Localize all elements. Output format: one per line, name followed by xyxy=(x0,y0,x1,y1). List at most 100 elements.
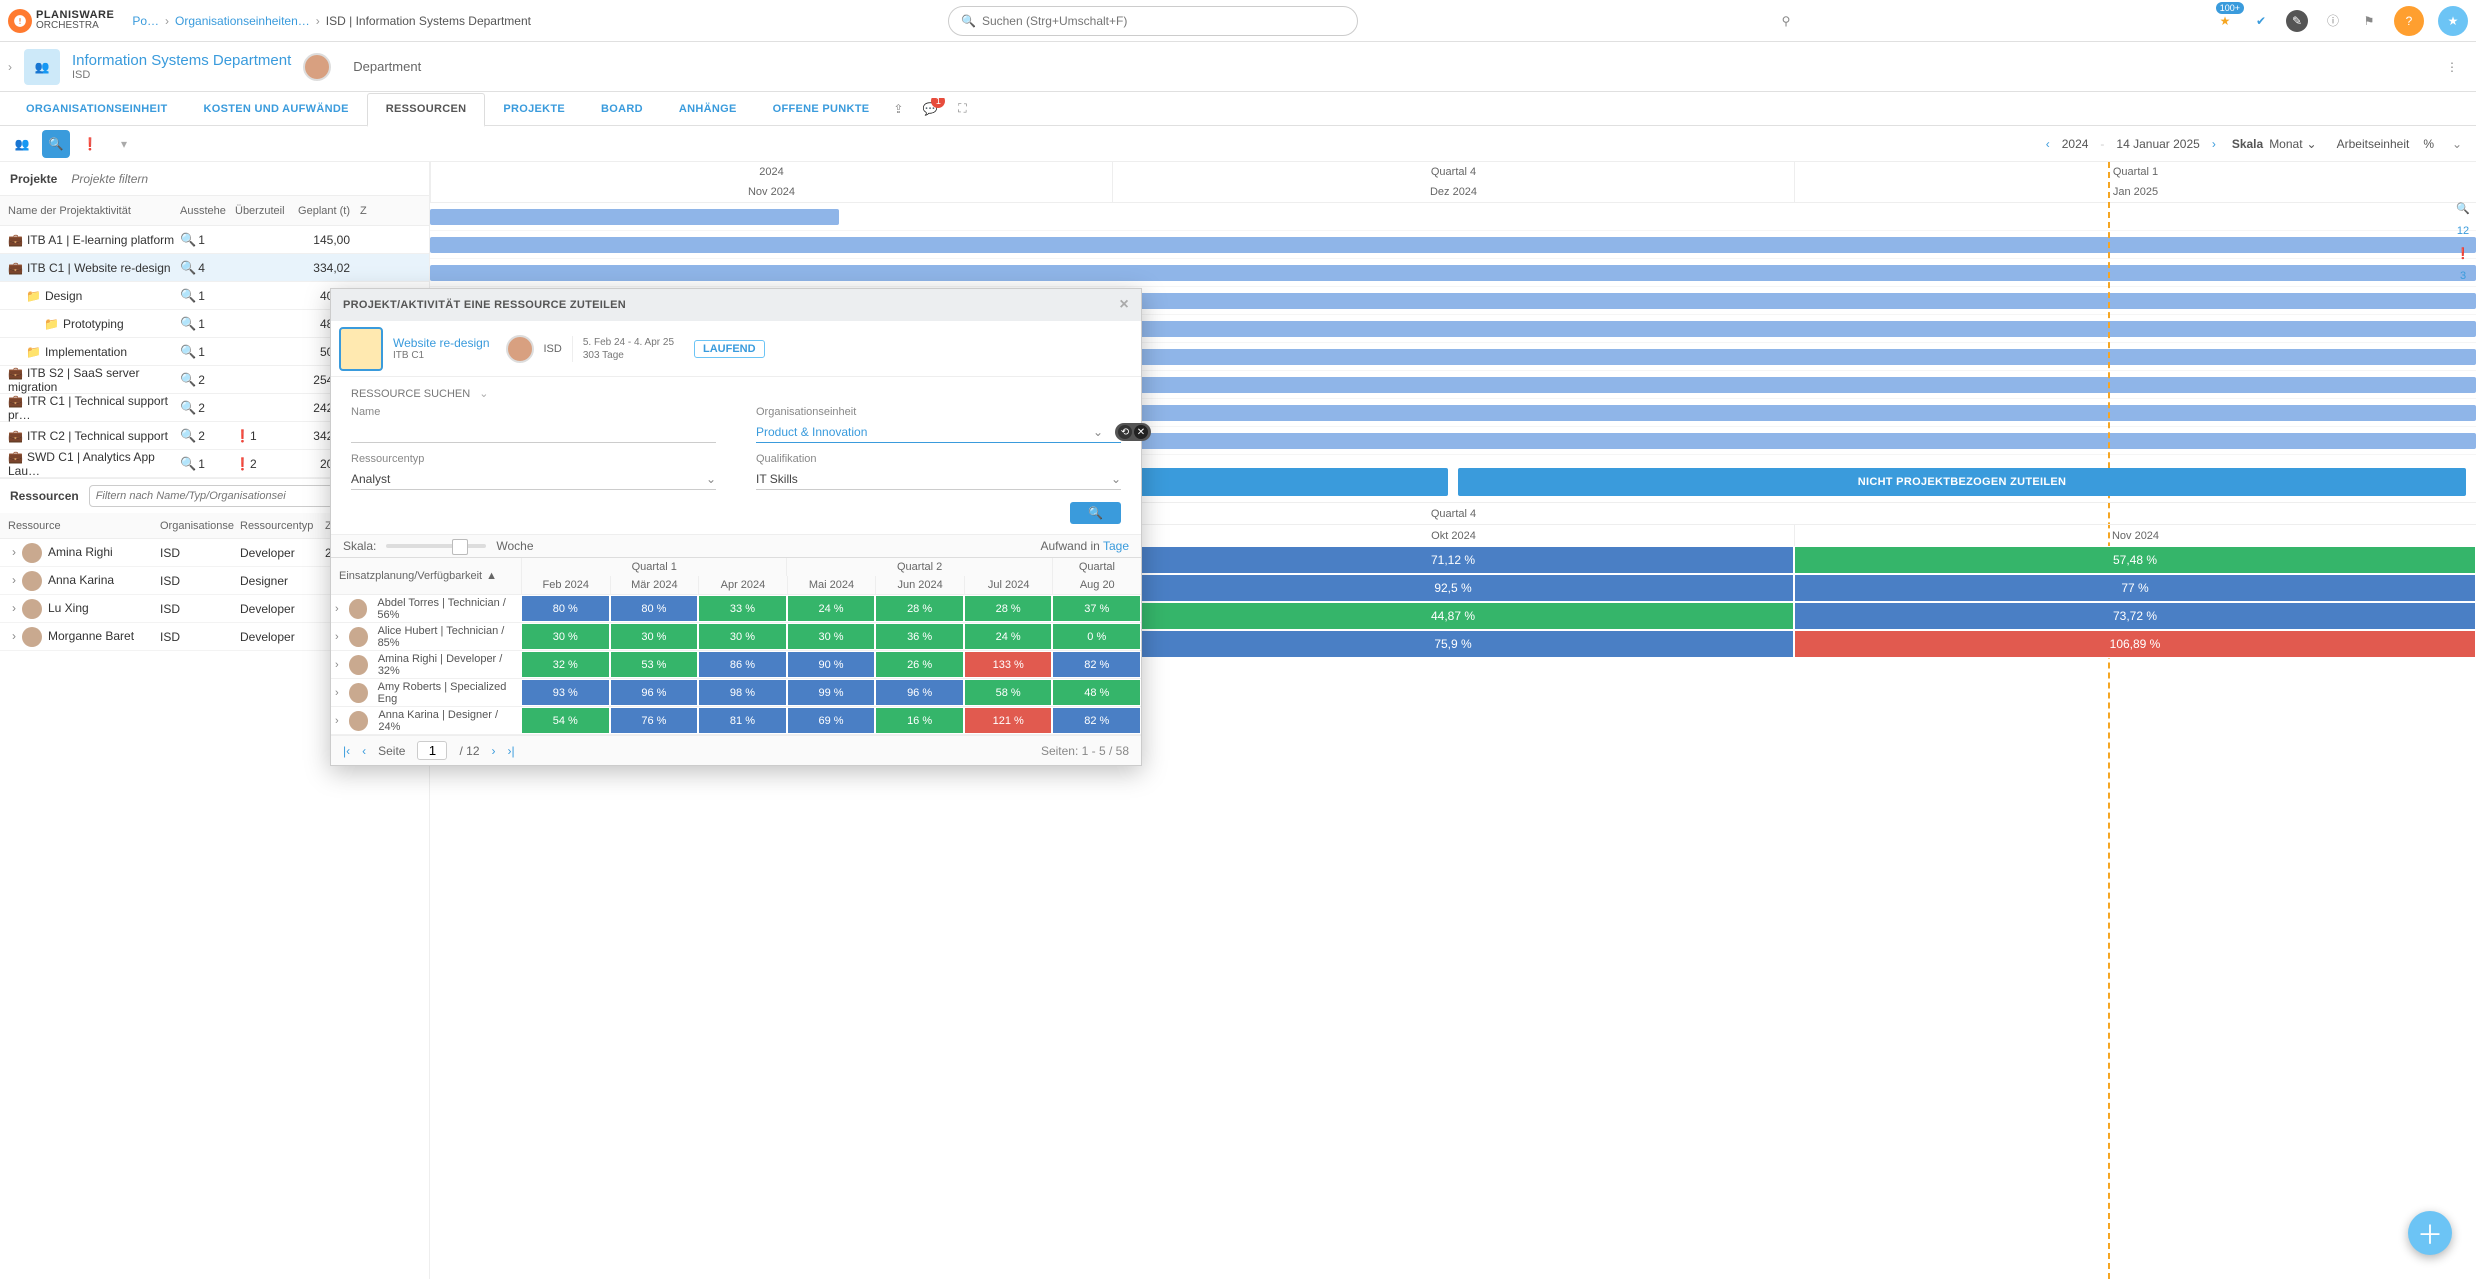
availability-cell[interactable]: 28 % xyxy=(875,595,964,622)
availability-cell[interactable]: 28 % xyxy=(964,595,1053,622)
availability-cell[interactable]: 86 % xyxy=(698,651,787,678)
availability-row[interactable]: ›Anna Karina | Designer / 24%54 %76 %81 … xyxy=(331,707,1141,735)
col-planned[interactable]: Geplant (t) xyxy=(290,205,360,217)
rail-alert-icon[interactable]: ❗ xyxy=(2456,247,2470,260)
pager-first-icon[interactable]: |‹ xyxy=(343,744,350,758)
edit-mode-icon[interactable]: ✎ xyxy=(2286,10,2308,32)
availability-row[interactable]: ›Alice Hubert | Technician / 85%30 %30 %… xyxy=(331,623,1141,651)
more-menu-icon[interactable]: ⋮ xyxy=(2446,60,2468,74)
availability-cell[interactable]: 93 % xyxy=(521,679,610,706)
tab-organisationseinheit[interactable]: ORGANISATIONSEINHEIT xyxy=(8,92,185,126)
tab-kosten und aufwände[interactable]: KOSTEN UND AUFWÄNDE xyxy=(185,92,366,126)
comments-icon[interactable]: 💬1 xyxy=(919,98,941,120)
pct-cell[interactable]: 92,5 % xyxy=(1112,574,1794,602)
availability-cell[interactable]: 37 % xyxy=(1052,595,1141,622)
availability-row[interactable]: ›Abdel Torres | Technician / 56%80 %80 %… xyxy=(331,595,1141,623)
gantt-row[interactable] xyxy=(430,231,2476,259)
alert-toolbtn[interactable]: ❗ xyxy=(76,130,104,158)
availability-cell[interactable]: 30 % xyxy=(610,623,699,650)
availability-cell[interactable]: 16 % xyxy=(875,707,964,734)
col-z[interactable]: Z xyxy=(360,205,390,217)
flag-icon[interactable]: ⚑ xyxy=(2358,10,2380,32)
tab-offene punkte[interactable]: OFFENE PUNKTE xyxy=(755,92,888,126)
pct-cell[interactable]: 71,12 % xyxy=(1112,546,1794,574)
favorites-icon[interactable]: ★100+ xyxy=(2214,10,2236,32)
chevron-down-icon[interactable]: ⌄ xyxy=(1093,425,1103,439)
pager-last-icon[interactable]: ›| xyxy=(508,744,515,758)
availability-cell[interactable]: 80 % xyxy=(610,595,699,622)
availability-cell[interactable]: 54 % xyxy=(521,707,610,734)
date-end[interactable]: 14 Januar 2025 xyxy=(2116,137,2199,151)
search-input[interactable] xyxy=(982,14,1345,28)
availability-cell[interactable]: 26 % xyxy=(875,651,964,678)
brand-logo[interactable]: PLANISWAREORCHESTRA xyxy=(8,9,114,33)
fullscreen-icon[interactable]: ⛶ xyxy=(951,98,973,120)
availability-cell[interactable]: 30 % xyxy=(698,623,787,650)
org-input[interactable] xyxy=(756,422,1121,443)
availability-cell[interactable]: 76 % xyxy=(610,707,699,734)
availability-label[interactable]: Einsatzplanung/Verfügbarkeit xyxy=(339,570,482,582)
availability-cell[interactable]: 133 % xyxy=(964,651,1053,678)
availability-cell[interactable]: 99 % xyxy=(787,679,876,706)
effort-unit-link[interactable]: Tage xyxy=(1103,539,1129,553)
owner-avatar[interactable] xyxy=(303,53,331,81)
col-overalloc[interactable]: Überzuteil xyxy=(235,205,290,217)
unit-select[interactable]: Arbeitseinheit xyxy=(2337,137,2410,151)
availability-cell[interactable]: 81 % xyxy=(698,707,787,734)
availability-cell[interactable]: 69 % xyxy=(787,707,876,734)
crumb-a[interactable]: Po… xyxy=(132,14,159,28)
sort-asc-icon[interactable]: ▲ xyxy=(486,570,497,582)
resource-filter-input[interactable] xyxy=(89,485,359,507)
pct-cell[interactable]: 106,89 % xyxy=(1794,630,2476,658)
tab-projekte[interactable]: PROJEKTE xyxy=(485,92,583,126)
info-icon[interactable]: ⓘ xyxy=(2322,10,2344,32)
pct-cell[interactable]: 44,87 % xyxy=(1112,602,1794,630)
project-row[interactable]: 💼ITB C1 | Website re-design🔍4334,02 xyxy=(0,254,429,282)
project-filter-input[interactable] xyxy=(71,172,228,186)
availability-cell[interactable]: 24 % xyxy=(787,595,876,622)
pager-page-input[interactable] xyxy=(417,741,447,760)
settings-chevron-icon[interactable]: ⌄ xyxy=(2446,133,2468,155)
availability-cell[interactable]: 121 % xyxy=(964,707,1053,734)
scale-select[interactable]: Monat ⌄ xyxy=(2269,137,2316,151)
close-icon[interactable]: × xyxy=(1119,296,1129,314)
pager-next-icon[interactable]: › xyxy=(492,744,496,758)
availability-cell[interactable]: 90 % xyxy=(787,651,876,678)
pct-cell[interactable]: 73,72 % xyxy=(1794,602,2476,630)
fab-add-button[interactable]: ＋ xyxy=(2408,1211,2452,1255)
availability-cell[interactable]: 58 % xyxy=(964,679,1053,706)
availability-cell[interactable]: 53 % xyxy=(610,651,699,678)
availability-cell[interactable]: 96 % xyxy=(875,679,964,706)
run-search-button[interactable]: 🔍 xyxy=(1070,502,1121,524)
prev-period-icon[interactable]: ‹ xyxy=(2046,137,2050,151)
availability-cell[interactable]: 30 % xyxy=(521,623,610,650)
availability-cell[interactable]: 0 % xyxy=(1052,623,1141,650)
scale-slider[interactable] xyxy=(386,544,486,548)
tab-ressourcen[interactable]: RESSOURCEN xyxy=(367,93,486,127)
global-search[interactable]: 🔍 xyxy=(948,6,1358,36)
project-name-link[interactable]: Website re-design xyxy=(393,336,490,350)
availability-cell[interactable]: 24 % xyxy=(964,623,1053,650)
resource-tab[interactable]: Ressourcen xyxy=(10,489,79,503)
back-chevron-icon[interactable]: › xyxy=(8,60,12,74)
star-menu-icon[interactable]: ★ xyxy=(2438,6,2468,36)
search-section-title[interactable]: RESSOURCE SUCHEN xyxy=(351,388,470,400)
advanced-search-icon[interactable]: ⚲ xyxy=(1775,10,1797,32)
assign-nonproject-button[interactable]: NICHT PROJEKTBEZOGEN ZUTEILEN xyxy=(1458,468,2466,496)
project-row[interactable]: 💼ITB A1 | E-learning platform🔍1145,00 xyxy=(0,226,429,254)
availability-row[interactable]: ›Amina Righi | Developer / 32%32 %53 %86… xyxy=(331,651,1141,679)
availability-cell[interactable]: 33 % xyxy=(698,595,787,622)
pct-cell[interactable]: 57,48 % xyxy=(1794,546,2476,574)
next-period-icon[interactable]: › xyxy=(2212,137,2216,151)
hierarchy-toggle[interactable]: ⟲✕ xyxy=(1115,423,1151,441)
pct-cell[interactable]: 77 % xyxy=(1794,574,2476,602)
availability-cell[interactable]: 96 % xyxy=(610,679,699,706)
availability-cell[interactable]: 36 % xyxy=(875,623,964,650)
col-type[interactable]: Ressourcentyp xyxy=(240,520,325,532)
people-toolbtn[interactable]: 👥 xyxy=(8,130,36,158)
rail-search-icon[interactable]: 🔍 xyxy=(2456,202,2470,215)
availability-cell[interactable]: 30 % xyxy=(787,623,876,650)
help-icon[interactable]: ? xyxy=(2394,6,2424,36)
col-resource[interactable]: Ressource xyxy=(0,520,160,532)
chevron-down-icon[interactable]: ⌄ xyxy=(706,472,716,486)
